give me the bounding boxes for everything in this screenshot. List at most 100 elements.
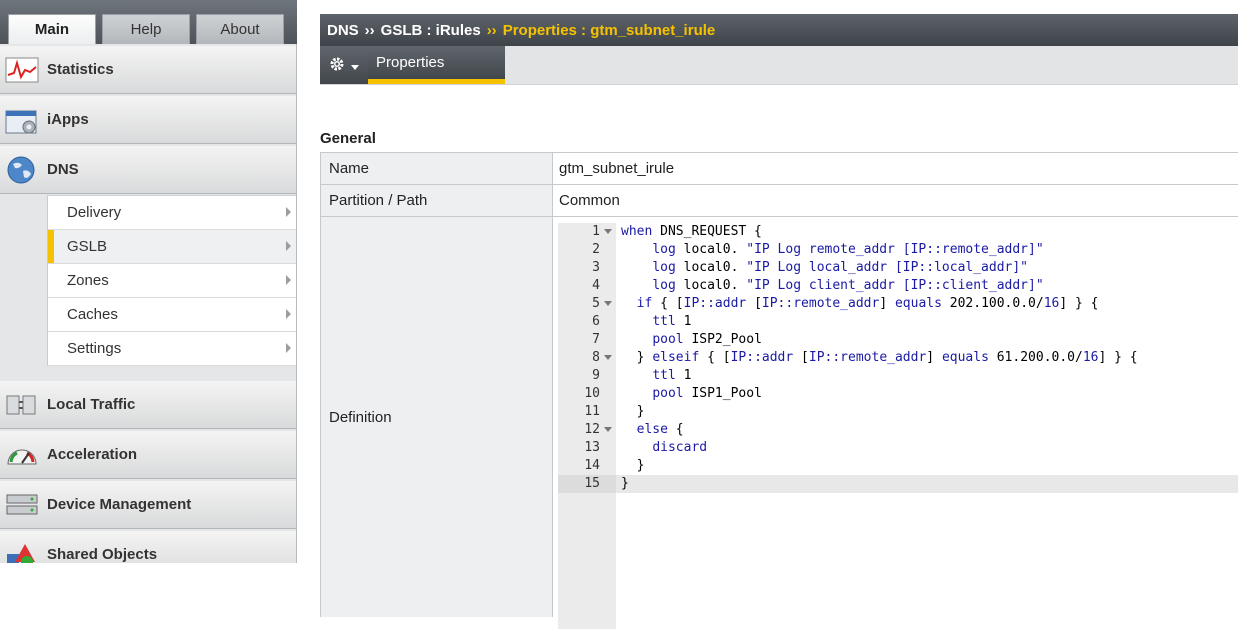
submenu-item-label: Delivery xyxy=(67,204,122,221)
property-row-name: Name gtm_subnet_irule xyxy=(320,153,1238,185)
nav-section-label: DNS xyxy=(47,161,79,178)
nav-section-label: iApps xyxy=(47,111,89,128)
code-line: } elseif { [IP::addr [IP::remote_addr] e… xyxy=(621,350,1138,365)
nav-section-label: Local Traffic xyxy=(47,396,136,413)
code-line: discard xyxy=(652,440,708,455)
statistics-chart-icon xyxy=(5,55,39,85)
chevron-right-icon xyxy=(286,309,291,319)
line-number: 3 xyxy=(592,260,600,275)
property-row-definition: Definition 1 2 3 4 5 6 7 8 9 10 11 12 13 14 15 when DN… xyxy=(320,217,1238,629)
chevron-right-icon xyxy=(286,207,291,217)
local-traffic-icon xyxy=(5,390,39,420)
nav-section-statistics[interactable]: Statistics xyxy=(0,46,296,94)
code-line: } xyxy=(621,458,645,473)
breadcrumb-separator: ›› xyxy=(486,21,497,39)
line-number: 10 xyxy=(584,386,600,401)
code-editor[interactable]: 1 2 3 4 5 6 7 8 9 10 11 12 13 14 15 when DNS_REQUEST {… xyxy=(558,223,1238,629)
line-number: 4 xyxy=(592,278,600,293)
code-line: else { xyxy=(636,422,684,437)
line-number: 7 xyxy=(592,332,600,347)
line-number: 12 xyxy=(558,421,616,439)
property-value-name: gtm_subnet_irule xyxy=(559,160,675,177)
top-tab-bar: Main Help About xyxy=(0,0,297,44)
nav-section-label: Shared Objects xyxy=(47,546,158,563)
tab-about[interactable]: About xyxy=(196,14,284,44)
property-label: Name xyxy=(320,153,553,184)
shapes-icon xyxy=(5,540,39,563)
top-strip xyxy=(297,0,1238,14)
fold-toggle-icon[interactable] xyxy=(604,301,612,306)
nav-section-shared-objects[interactable]: Shared Objects xyxy=(0,531,296,563)
code-line: if { [IP::addr [IP::remote_addr] equals … xyxy=(636,296,1099,311)
breadcrumb-separator: ›› xyxy=(364,21,375,39)
breadcrumb: DNS ›› GSLB : iRules ›› Properties : gtm… xyxy=(320,14,1238,46)
nav-section-device-management[interactable]: Device Management xyxy=(0,481,296,529)
nav-section-label: Device Management xyxy=(47,496,192,513)
submenu-item-gslb[interactable]: GSLB xyxy=(48,230,296,264)
code-line: pool ISP1_Pool xyxy=(652,386,762,401)
fold-toggle-icon[interactable] xyxy=(604,229,612,234)
gear-icon xyxy=(329,56,345,75)
submenu-item-settings[interactable]: Settings xyxy=(48,332,296,366)
code-line: } xyxy=(616,475,1238,493)
breadcrumb-current: Properties : gtm_subnet_irule xyxy=(502,21,716,39)
line-number: 13 xyxy=(584,440,600,455)
submenu-item-label: Settings xyxy=(67,340,122,357)
submenu-item-label: Zones xyxy=(67,272,109,289)
dns-submenu: Delivery GSLB Zones Caches Settings xyxy=(47,195,296,366)
nav-section-label: Acceleration xyxy=(47,446,138,463)
submenu-item-label: Caches xyxy=(67,306,118,323)
property-value-partition: Common xyxy=(559,192,620,209)
nav-section-iapps[interactable]: iApps xyxy=(0,96,296,144)
line-number: 6 xyxy=(592,314,600,329)
code-line: ttl 1 xyxy=(652,368,692,383)
property-label: Partition / Path xyxy=(320,185,553,216)
nav-section-label: Statistics xyxy=(47,61,114,78)
chevron-right-icon xyxy=(286,241,291,251)
nav-section-dns[interactable]: DNS xyxy=(0,146,296,194)
submenu-item-caches[interactable]: Caches xyxy=(48,298,296,332)
fold-toggle-icon[interactable] xyxy=(604,427,612,432)
chevron-right-icon xyxy=(286,275,291,285)
nav-section-local-traffic[interactable]: Local Traffic xyxy=(0,381,296,429)
code-line: log local0. "IP Log remote_addr [IP::rem… xyxy=(652,242,1044,257)
submenu-item-delivery[interactable]: Delivery xyxy=(48,196,296,230)
page-toolbar: Properties xyxy=(320,46,1238,85)
line-number: 2 xyxy=(592,242,600,257)
iapps-gear-icon xyxy=(5,105,39,135)
properties-table: Name gtm_subnet_irule Partition / Path C… xyxy=(320,152,1238,629)
line-number: 5 xyxy=(558,295,616,313)
breadcrumb-gslb-irules[interactable]: GSLB : iRules xyxy=(381,22,481,39)
globe-icon xyxy=(5,155,39,185)
property-row-partition: Partition / Path Common xyxy=(320,185,1238,217)
line-number: 9 xyxy=(592,368,600,383)
submenu-item-zones[interactable]: Zones xyxy=(48,264,296,298)
submenu-item-label: GSLB xyxy=(67,238,108,255)
chevron-down-icon xyxy=(351,57,359,73)
code-line: pool ISP2_Pool xyxy=(652,332,762,347)
code-line: } xyxy=(621,404,645,419)
property-label: Definition xyxy=(320,217,553,617)
code-line: when DNS_REQUEST { xyxy=(621,224,762,239)
chevron-right-icon xyxy=(286,343,291,353)
tab-help[interactable]: Help xyxy=(102,14,190,44)
nav-section-acceleration[interactable]: Acceleration xyxy=(0,431,296,479)
code-line: ttl 1 xyxy=(652,314,692,329)
breadcrumb-dns[interactable]: DNS xyxy=(327,22,359,39)
code-line: log local0. "IP Log client_addr [IP::cli… xyxy=(652,278,1044,293)
gear-menu-button[interactable] xyxy=(320,46,368,84)
tab-main[interactable]: Main xyxy=(8,14,96,44)
fold-toggle-icon[interactable] xyxy=(604,355,612,360)
line-number: 15 xyxy=(558,475,616,493)
left-navigation: Statistics iApps DNS Delivery GSLB Zones… xyxy=(0,44,297,563)
line-number: 8 xyxy=(558,349,616,367)
code-line: log local0. "IP Log local_addr [IP::loca… xyxy=(652,260,1029,275)
line-number: 11 xyxy=(584,404,600,419)
server-icon xyxy=(5,490,39,520)
tab-properties[interactable]: Properties xyxy=(368,46,505,84)
speedometer-icon xyxy=(5,440,39,470)
section-title: General xyxy=(320,130,376,147)
line-number-gutter: 1 2 3 4 5 6 7 8 9 10 11 12 13 14 15 xyxy=(558,223,616,629)
line-number: 1 xyxy=(558,223,616,241)
line-number: 14 xyxy=(584,458,600,473)
